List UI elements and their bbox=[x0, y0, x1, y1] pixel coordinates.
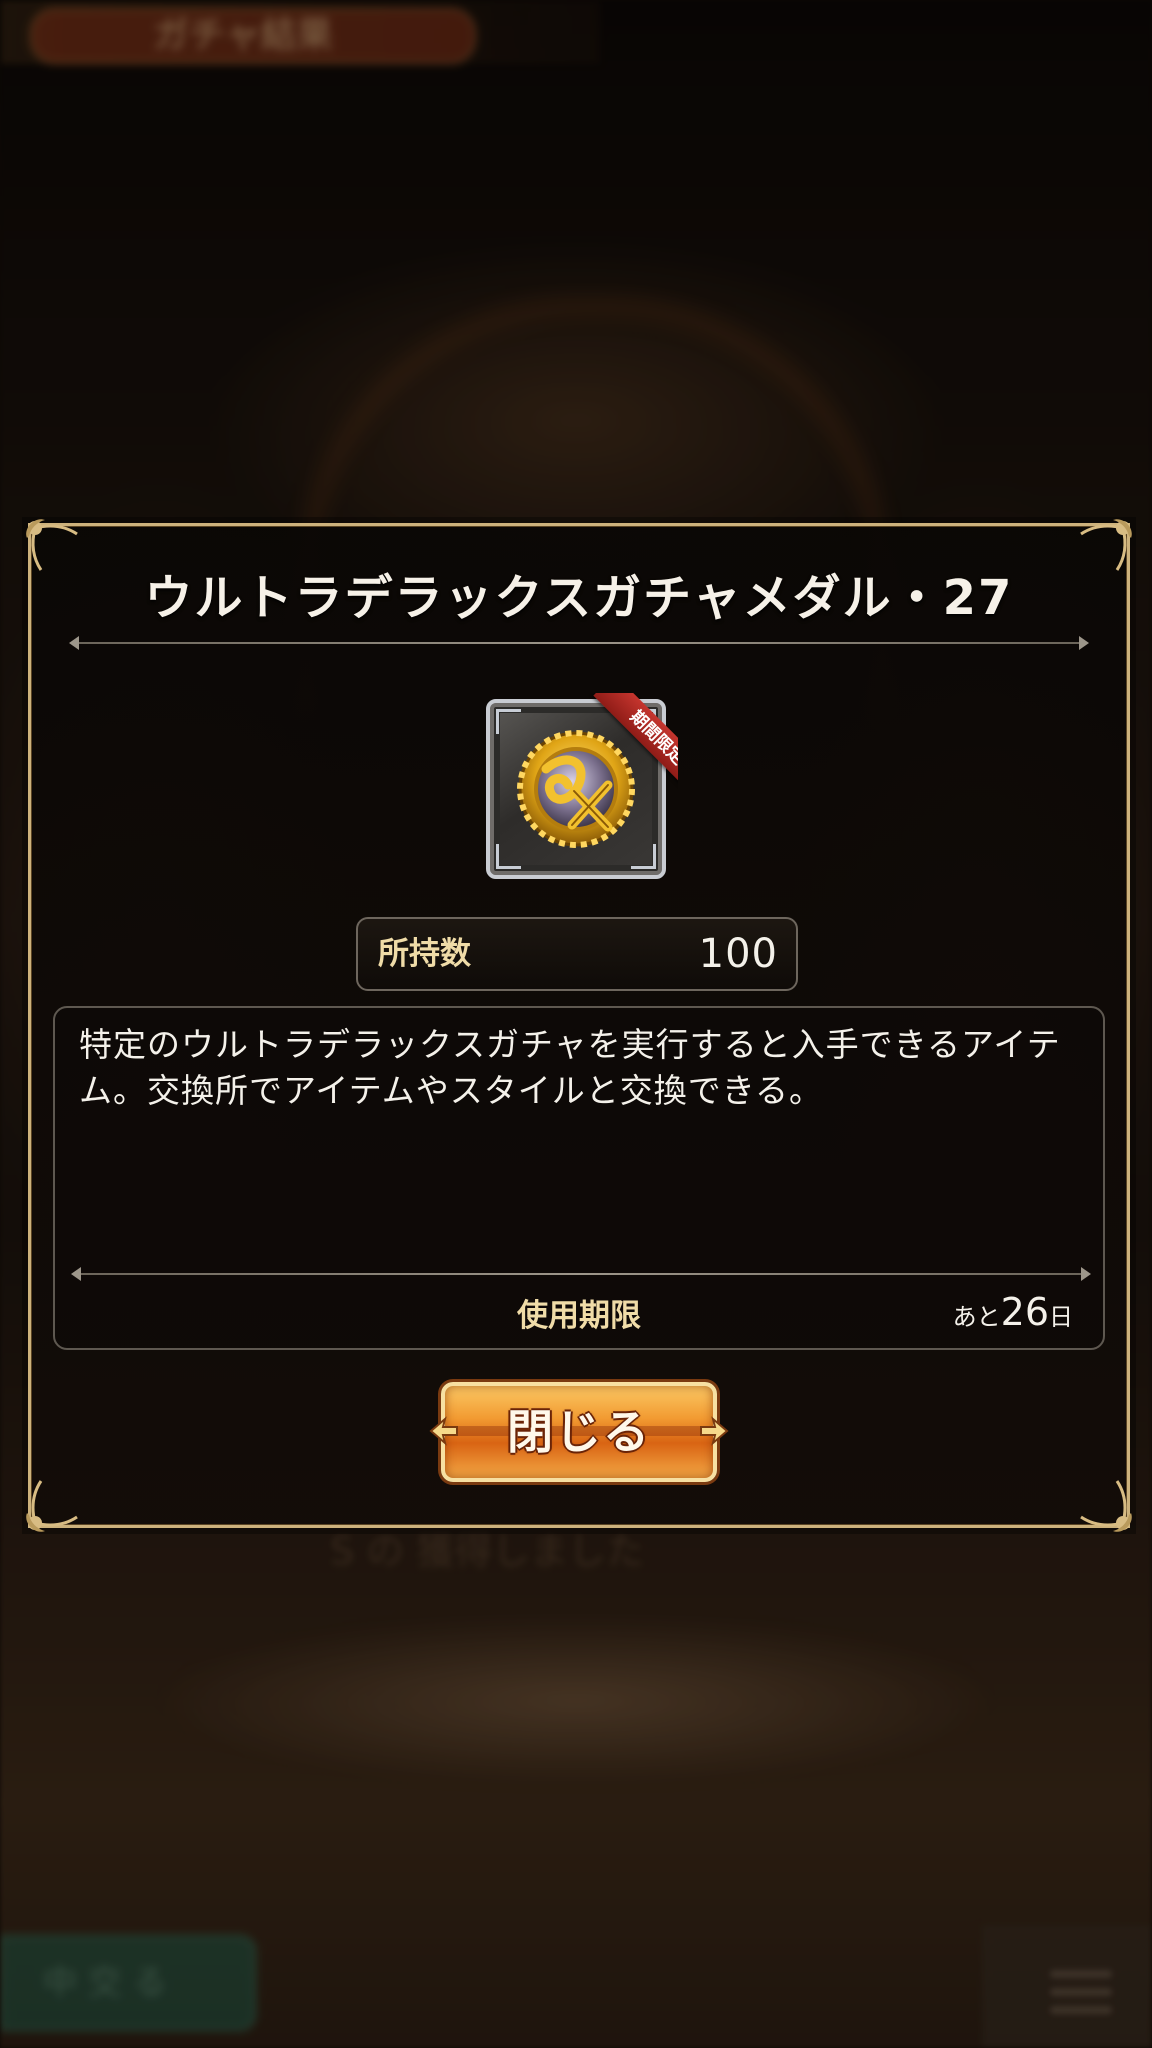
limited-time-badge-label: 期間限定 bbox=[593, 693, 678, 802]
item-detail-dialog: ウルトラデラックスガチャメダル・27 期間限定 所持数 100 特定のウルトラデ… bbox=[26, 519, 1132, 1532]
expiry-unit: 日 bbox=[1049, 1303, 1073, 1331]
expiry-prefix: あと bbox=[952, 1303, 1001, 1331]
description-divider bbox=[71, 1267, 1091, 1281]
description-panel: 特定のウルトラデラックスガチャを実行すると入手できるアイテム。交換所でアイテムや… bbox=[53, 1006, 1105, 1350]
item-description: 特定のウルトラデラックスガチャを実行すると入手できるアイテム。交換所でアイテムや… bbox=[79, 1025, 1061, 1110]
owned-count-box: 所持数 100 bbox=[356, 917, 798, 991]
expiry-days: 26 bbox=[1000, 1290, 1049, 1334]
expiry-value: あと26日 bbox=[953, 1290, 1073, 1334]
corner-ornament-icon bbox=[21, 1477, 81, 1537]
limited-time-badge: 期間限定 bbox=[568, 693, 678, 803]
close-button[interactable]: 閉じる bbox=[429, 1382, 729, 1482]
expiry-label: 使用期限 bbox=[517, 1298, 641, 1334]
corner-ornament-icon bbox=[1077, 1477, 1137, 1537]
owned-count-label: 所持数 bbox=[378, 936, 471, 972]
close-button-label: 閉じる bbox=[507, 1405, 651, 1459]
item-thumbnail: 期間限定 bbox=[486, 693, 678, 879]
owned-count-value: 100 bbox=[698, 931, 778, 977]
dialog-title: ウルトラデラックスガチャメダル・27 bbox=[144, 570, 1014, 626]
title-divider bbox=[69, 636, 1089, 650]
